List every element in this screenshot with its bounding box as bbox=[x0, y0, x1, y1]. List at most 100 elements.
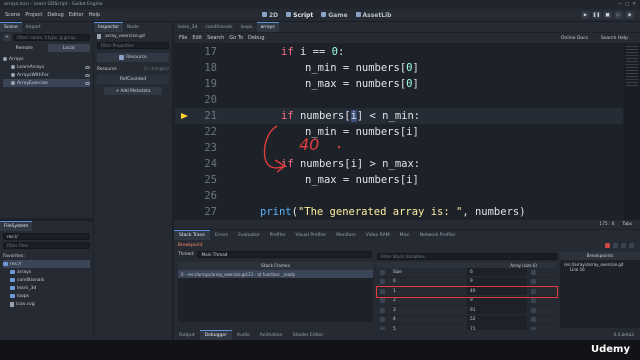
variable-row[interactable]: 09 bbox=[377, 277, 557, 287]
script-menu-file[interactable]: File bbox=[179, 35, 187, 41]
tab-learn-3d[interactable]: learn_3d bbox=[174, 22, 201, 32]
tab-debugger[interactable]: Debugger bbox=[199, 330, 232, 340]
variable-row[interactable]: 4 52 bbox=[377, 315, 557, 325]
indent-mode[interactable]: Tabs bbox=[622, 222, 632, 227]
tab-node[interactable]: Node bbox=[123, 22, 143, 32]
stack-frame-item[interactable]: 0 - res://arrays/array_exercise.gd:21 - … bbox=[178, 270, 373, 278]
movie-button[interactable]: ◉ bbox=[625, 11, 634, 19]
play-button[interactable]: ▶ bbox=[581, 11, 590, 19]
variable-row[interactable]: Size 6 bbox=[377, 268, 557, 278]
expand-icon[interactable] bbox=[380, 298, 385, 304]
menu-scene[interactable]: Scene bbox=[5, 12, 20, 18]
expand-icon[interactable] bbox=[380, 288, 385, 294]
tab-loops[interactable]: loops bbox=[237, 22, 257, 32]
property-filter-input[interactable]: Filter Properties bbox=[97, 42, 169, 49]
script-menu-debug[interactable]: Debug bbox=[248, 35, 264, 41]
variable-row[interactable]: 29 bbox=[377, 296, 557, 306]
edit-icon[interactable] bbox=[531, 288, 536, 294]
search-help-button[interactable]: Search Help bbox=[601, 36, 628, 41]
tab-misc[interactable]: Misc bbox=[395, 230, 415, 240]
tab-inspector[interactable]: Inspector bbox=[94, 22, 123, 32]
tree-root-arrays[interactable]: Arrays bbox=[3, 55, 90, 63]
script-menu-edit[interactable]: Edit bbox=[192, 35, 202, 41]
variable-value[interactable]: 40 bbox=[467, 287, 527, 296]
expand-icon[interactable] bbox=[380, 269, 385, 275]
tab-network-profiler[interactable]: Network Profiler bbox=[415, 230, 461, 240]
path-field[interactable]: res:// bbox=[3, 233, 90, 240]
tab-monitors[interactable]: Monitors bbox=[331, 230, 360, 240]
variable-value[interactable]: 6 bbox=[467, 268, 527, 277]
online-docs-link[interactable]: Online Docs bbox=[561, 36, 588, 41]
file-filter-input[interactable]: Filter Files bbox=[3, 242, 90, 249]
res-root-item[interactable]: res:// bbox=[3, 260, 90, 268]
expand-icon[interactable] bbox=[380, 317, 385, 323]
pause-button[interactable]: ❚❚ bbox=[592, 11, 601, 19]
tab-evaluator[interactable]: Evaluator bbox=[233, 230, 265, 240]
workspace-script[interactable]: Script bbox=[286, 12, 313, 19]
menu-debug[interactable]: Debug bbox=[47, 12, 63, 18]
stop-button[interactable]: ■ bbox=[603, 11, 612, 19]
scene-filter-input[interactable]: Filter: name, t:type, g:group bbox=[13, 34, 90, 41]
tab-output[interactable]: Output bbox=[174, 330, 200, 340]
variable-row[interactable]: 3 91 bbox=[377, 306, 557, 316]
tab-animation[interactable]: Animation bbox=[255, 330, 288, 340]
menu-help[interactable]: Help bbox=[89, 12, 100, 18]
local-button[interactable]: Local bbox=[47, 44, 90, 52]
tab-scene[interactable]: Scene bbox=[0, 22, 22, 32]
variable-value[interactable]: 9 bbox=[467, 277, 527, 286]
breakpoint-line[interactable]: Line 16 bbox=[564, 267, 636, 272]
workspace-2d[interactable]: 2D bbox=[262, 12, 278, 19]
file-icon-svg[interactable]: icon.svg bbox=[3, 300, 90, 308]
tree-item-arrayswithfor[interactable]: ArraysWithFor bbox=[3, 71, 90, 79]
resource-section[interactable]: Resource (2 changes) bbox=[94, 65, 172, 73]
edit-icon[interactable] bbox=[531, 307, 536, 313]
tab-filesystem[interactable]: FileSystem bbox=[0, 221, 33, 231]
visibility-icon[interactable] bbox=[85, 81, 90, 85]
break-icon[interactable] bbox=[621, 242, 626, 248]
inspected-file[interactable]: array_exercise.gd bbox=[105, 34, 169, 39]
tab-import[interactable]: Import bbox=[22, 22, 45, 32]
thread-select[interactable]: Main Thread bbox=[197, 251, 373, 258]
script-menu-search[interactable]: Search bbox=[207, 35, 224, 41]
tab-arrays[interactable]: arrays bbox=[256, 22, 279, 32]
tab-conditionals[interactable]: conditionals bbox=[201, 22, 236, 32]
tab-audio[interactable]: Audio bbox=[232, 330, 255, 340]
stack-variable-filter[interactable]: Filter Stack Variables bbox=[377, 253, 557, 260]
tab-video-ram[interactable]: Video RAM bbox=[361, 230, 395, 240]
variable-value[interactable]: 91 bbox=[467, 306, 527, 315]
variable-value[interactable]: 52 bbox=[467, 315, 527, 324]
tab-errors[interactable]: Errors bbox=[210, 230, 233, 240]
code-editor[interactable]: 17 if i == 0: 18 n_min = numbers[0] 19 n… bbox=[175, 44, 623, 220]
tree-item-learnarrays[interactable]: LearnArrays bbox=[3, 63, 90, 71]
menu-project[interactable]: Project bbox=[25, 12, 42, 18]
variable-row-highlighted[interactable]: 1 40 bbox=[376, 286, 558, 298]
visibility-icon[interactable] bbox=[85, 73, 90, 77]
workspace-game[interactable]: Game bbox=[321, 12, 348, 19]
favorites-item[interactable]: Favorites: bbox=[3, 252, 90, 260]
folder-learn-3d[interactable]: learn_3d bbox=[3, 284, 90, 292]
tab-visual-profiler[interactable]: Visual Profiler bbox=[291, 230, 332, 240]
edit-icon[interactable] bbox=[531, 317, 536, 323]
tab-shader-editor[interactable]: Shader Editor bbox=[288, 330, 329, 340]
step-over-icon[interactable] bbox=[613, 242, 618, 248]
expand-icon[interactable] bbox=[380, 307, 385, 313]
edit-icon[interactable] bbox=[531, 298, 536, 304]
tab-stack-trace[interactable]: Stack Trace bbox=[174, 230, 210, 240]
tree-item-arrayexercise[interactable]: ArrayExercise bbox=[3, 79, 90, 87]
expand-icon[interactable] bbox=[380, 279, 385, 285]
add-node-button[interactable]: + bbox=[3, 34, 11, 41]
variable-value[interactable]: 9 bbox=[467, 296, 527, 305]
folder-arrays[interactable]: arrays bbox=[3, 268, 90, 276]
play-scene-button[interactable]: ▷ bbox=[614, 11, 623, 19]
add-metadata-button[interactable]: + Add Metadata bbox=[104, 87, 162, 95]
code-minimap[interactable] bbox=[624, 44, 640, 220]
step-into-icon[interactable] bbox=[605, 242, 610, 248]
visibility-icon[interactable] bbox=[85, 65, 90, 69]
script-menu-goto[interactable]: Go To bbox=[229, 35, 243, 41]
menu-editor[interactable]: Editor bbox=[69, 12, 84, 18]
tab-profiler[interactable]: Profiler bbox=[265, 230, 291, 240]
remote-button[interactable]: Remote bbox=[3, 44, 46, 52]
window-controls[interactable]: — ▢ ✕ bbox=[618, 2, 636, 7]
workspace-assetlib[interactable]: AssetLib bbox=[355, 12, 391, 19]
edit-icon[interactable] bbox=[531, 279, 536, 285]
